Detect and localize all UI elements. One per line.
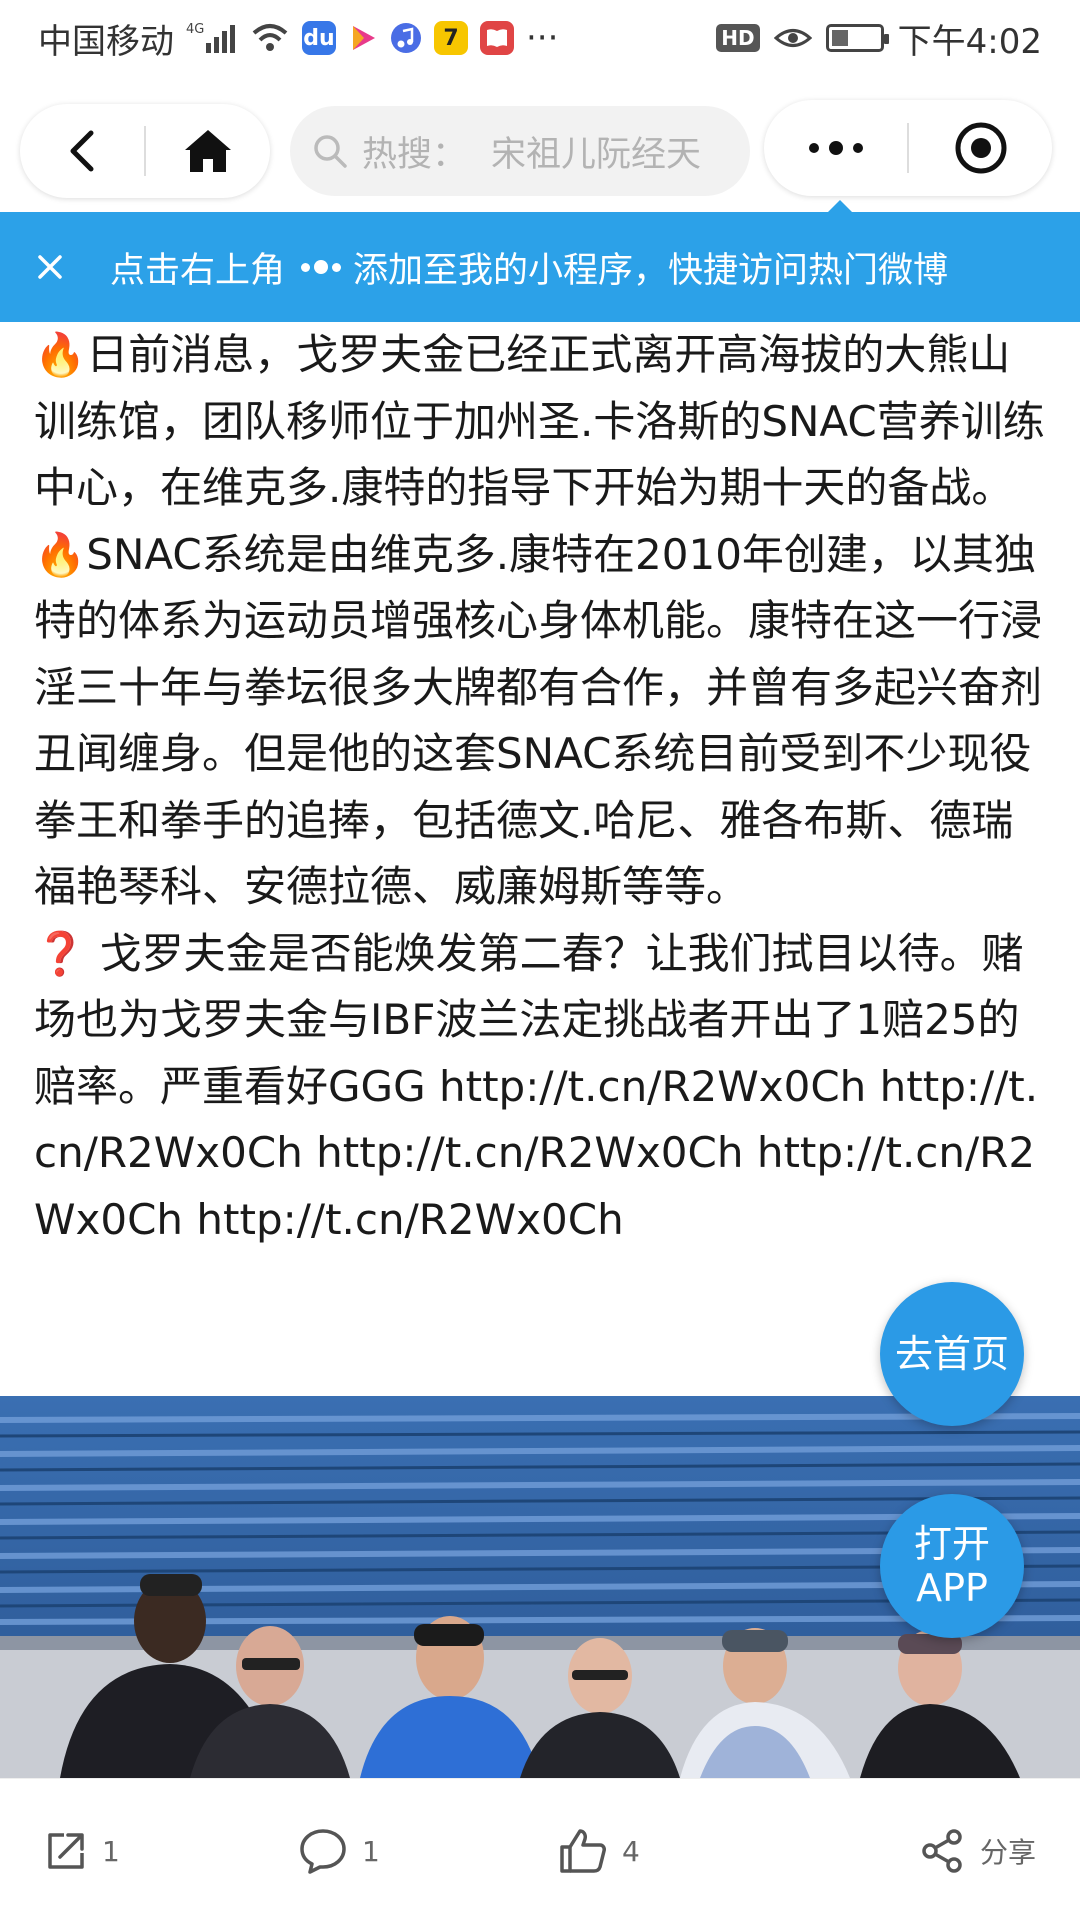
fire-emoji-icon: 🔥: [34, 529, 87, 579]
banner-text-before: 点击右上角: [110, 250, 286, 291]
repost-button[interactable]: 1: [44, 1825, 120, 1877]
share-button[interactable]: 分享: [920, 1825, 1036, 1877]
exit-miniprogram-button[interactable]: [909, 100, 1052, 196]
like-button[interactable]: 4: [558, 1825, 640, 1877]
music-app-icon: [390, 22, 422, 54]
status-overflow: ···: [526, 18, 559, 58]
repost-count: 1: [102, 1834, 120, 1868]
search-placeholder: 宋祖儿阮经天: [491, 134, 702, 175]
battery-level: [831, 30, 848, 46]
open-app-label-line2: APP: [916, 1566, 988, 1610]
status-left: 中国移动 4G du 7 ···: [38, 14, 558, 63]
close-icon: [38, 255, 62, 279]
signal-icon: 4G: [186, 21, 238, 55]
home-button[interactable]: [146, 104, 270, 198]
post-paragraph: 🔥日前消息，戈罗夫金已经正式离开高海拔的大熊山训练馆，团队移师位于加州圣.卡洛斯…: [34, 322, 1050, 522]
more-dots-icon: [301, 260, 342, 274]
nav-bar: 热搜： 宋祖儿阮经天: [0, 76, 1080, 212]
comment-button[interactable]: 1: [298, 1825, 380, 1877]
target-circle-icon: [955, 122, 1006, 174]
post-body: 🔥日前消息，戈罗夫金已经正式离开高海拔的大熊山训练馆，团队移师位于加州圣.卡洛斯…: [34, 322, 1050, 1253]
post-paragraph: 🔥SNAC系统是由维克多.康特在2010年创建，以其独特的体系为运动员增强核心身…: [34, 522, 1050, 921]
question-emoji-icon: ❓: [34, 928, 87, 978]
video-play-icon: [348, 23, 378, 53]
search-icon: [314, 135, 347, 168]
paragraph-text: SNAC系统是由维克多.康特在2010年创建，以其独特的体系为运动员增强核心身体…: [34, 529, 1043, 912]
nav-capsule-right: [764, 100, 1052, 196]
share-label: 分享: [980, 1836, 1037, 1869]
fire-emoji-icon: 🔥: [34, 330, 87, 379]
comment-count: 1: [362, 1834, 380, 1868]
battery-icon: [825, 24, 889, 52]
eye-icon: [773, 23, 812, 53]
open-app-fab[interactable]: 打开 APP: [880, 1494, 1024, 1638]
add-miniprogram-banner: 点击右上角 添加至我的小程序，快捷访问热门微博: [0, 212, 1080, 322]
home-icon: [185, 130, 231, 172]
thumbs-up-icon: [560, 1829, 606, 1873]
repost-icon: [48, 1833, 84, 1869]
search-prefix: 热搜：: [362, 134, 468, 175]
post-paragraph: ❓ 戈罗夫金是否能焕发第二春？让我们拭目以待。赌场也为戈罗夫金与IBF波兰法定挑…: [34, 921, 1050, 1254]
banner-close-button[interactable]: [30, 247, 70, 287]
clock: 下午4:02: [897, 21, 1042, 62]
bottom-action-bar: 1 1 4 分享: [0, 1778, 1080, 1920]
svg-text:4G: 4G: [186, 22, 204, 37]
hd-badge: HD: [716, 24, 760, 52]
nav-capsule-left: [20, 104, 270, 198]
open-app-label-line1: 打开: [913, 1522, 990, 1566]
paragraph-text: 日前消息，戈罗夫金已经正式离开高海拔的大熊山训练馆，团队移师位于加州圣.卡洛斯的…: [34, 330, 1045, 512]
comment-icon: [300, 1829, 346, 1874]
go-home-fab[interactable]: 去首页: [880, 1282, 1024, 1426]
status-bar: 中国移动 4G du 7 ··· HD 下午4:02: [0, 0, 1080, 76]
share-icon: [922, 1829, 962, 1873]
search-input[interactable]: 热搜： 宋祖儿阮经天: [290, 106, 750, 196]
wifi-icon: [250, 21, 290, 55]
qimao-app-icon: 7: [434, 21, 468, 55]
chevron-left-icon: [70, 130, 94, 172]
baidu-app-icon: du: [302, 21, 336, 55]
go-home-label: 去首页: [894, 1332, 1009, 1376]
like-count: 4: [622, 1834, 640, 1868]
banner-text-after: 添加至我的小程序，快捷访问热门微博: [353, 250, 949, 291]
paragraph-text: 戈罗夫金是否能焕发第二春？让我们拭目以待。赌场也为戈罗夫金与IBF波兰法定挑战者…: [34, 928, 1039, 1244]
back-button[interactable]: [20, 104, 144, 198]
more-dots-icon: [808, 141, 863, 155]
reader-app-icon: [480, 21, 514, 55]
status-right: HD 下午4:02: [716, 14, 1042, 63]
carrier-label: 中国移动: [38, 21, 174, 62]
more-button[interactable]: [764, 100, 907, 196]
